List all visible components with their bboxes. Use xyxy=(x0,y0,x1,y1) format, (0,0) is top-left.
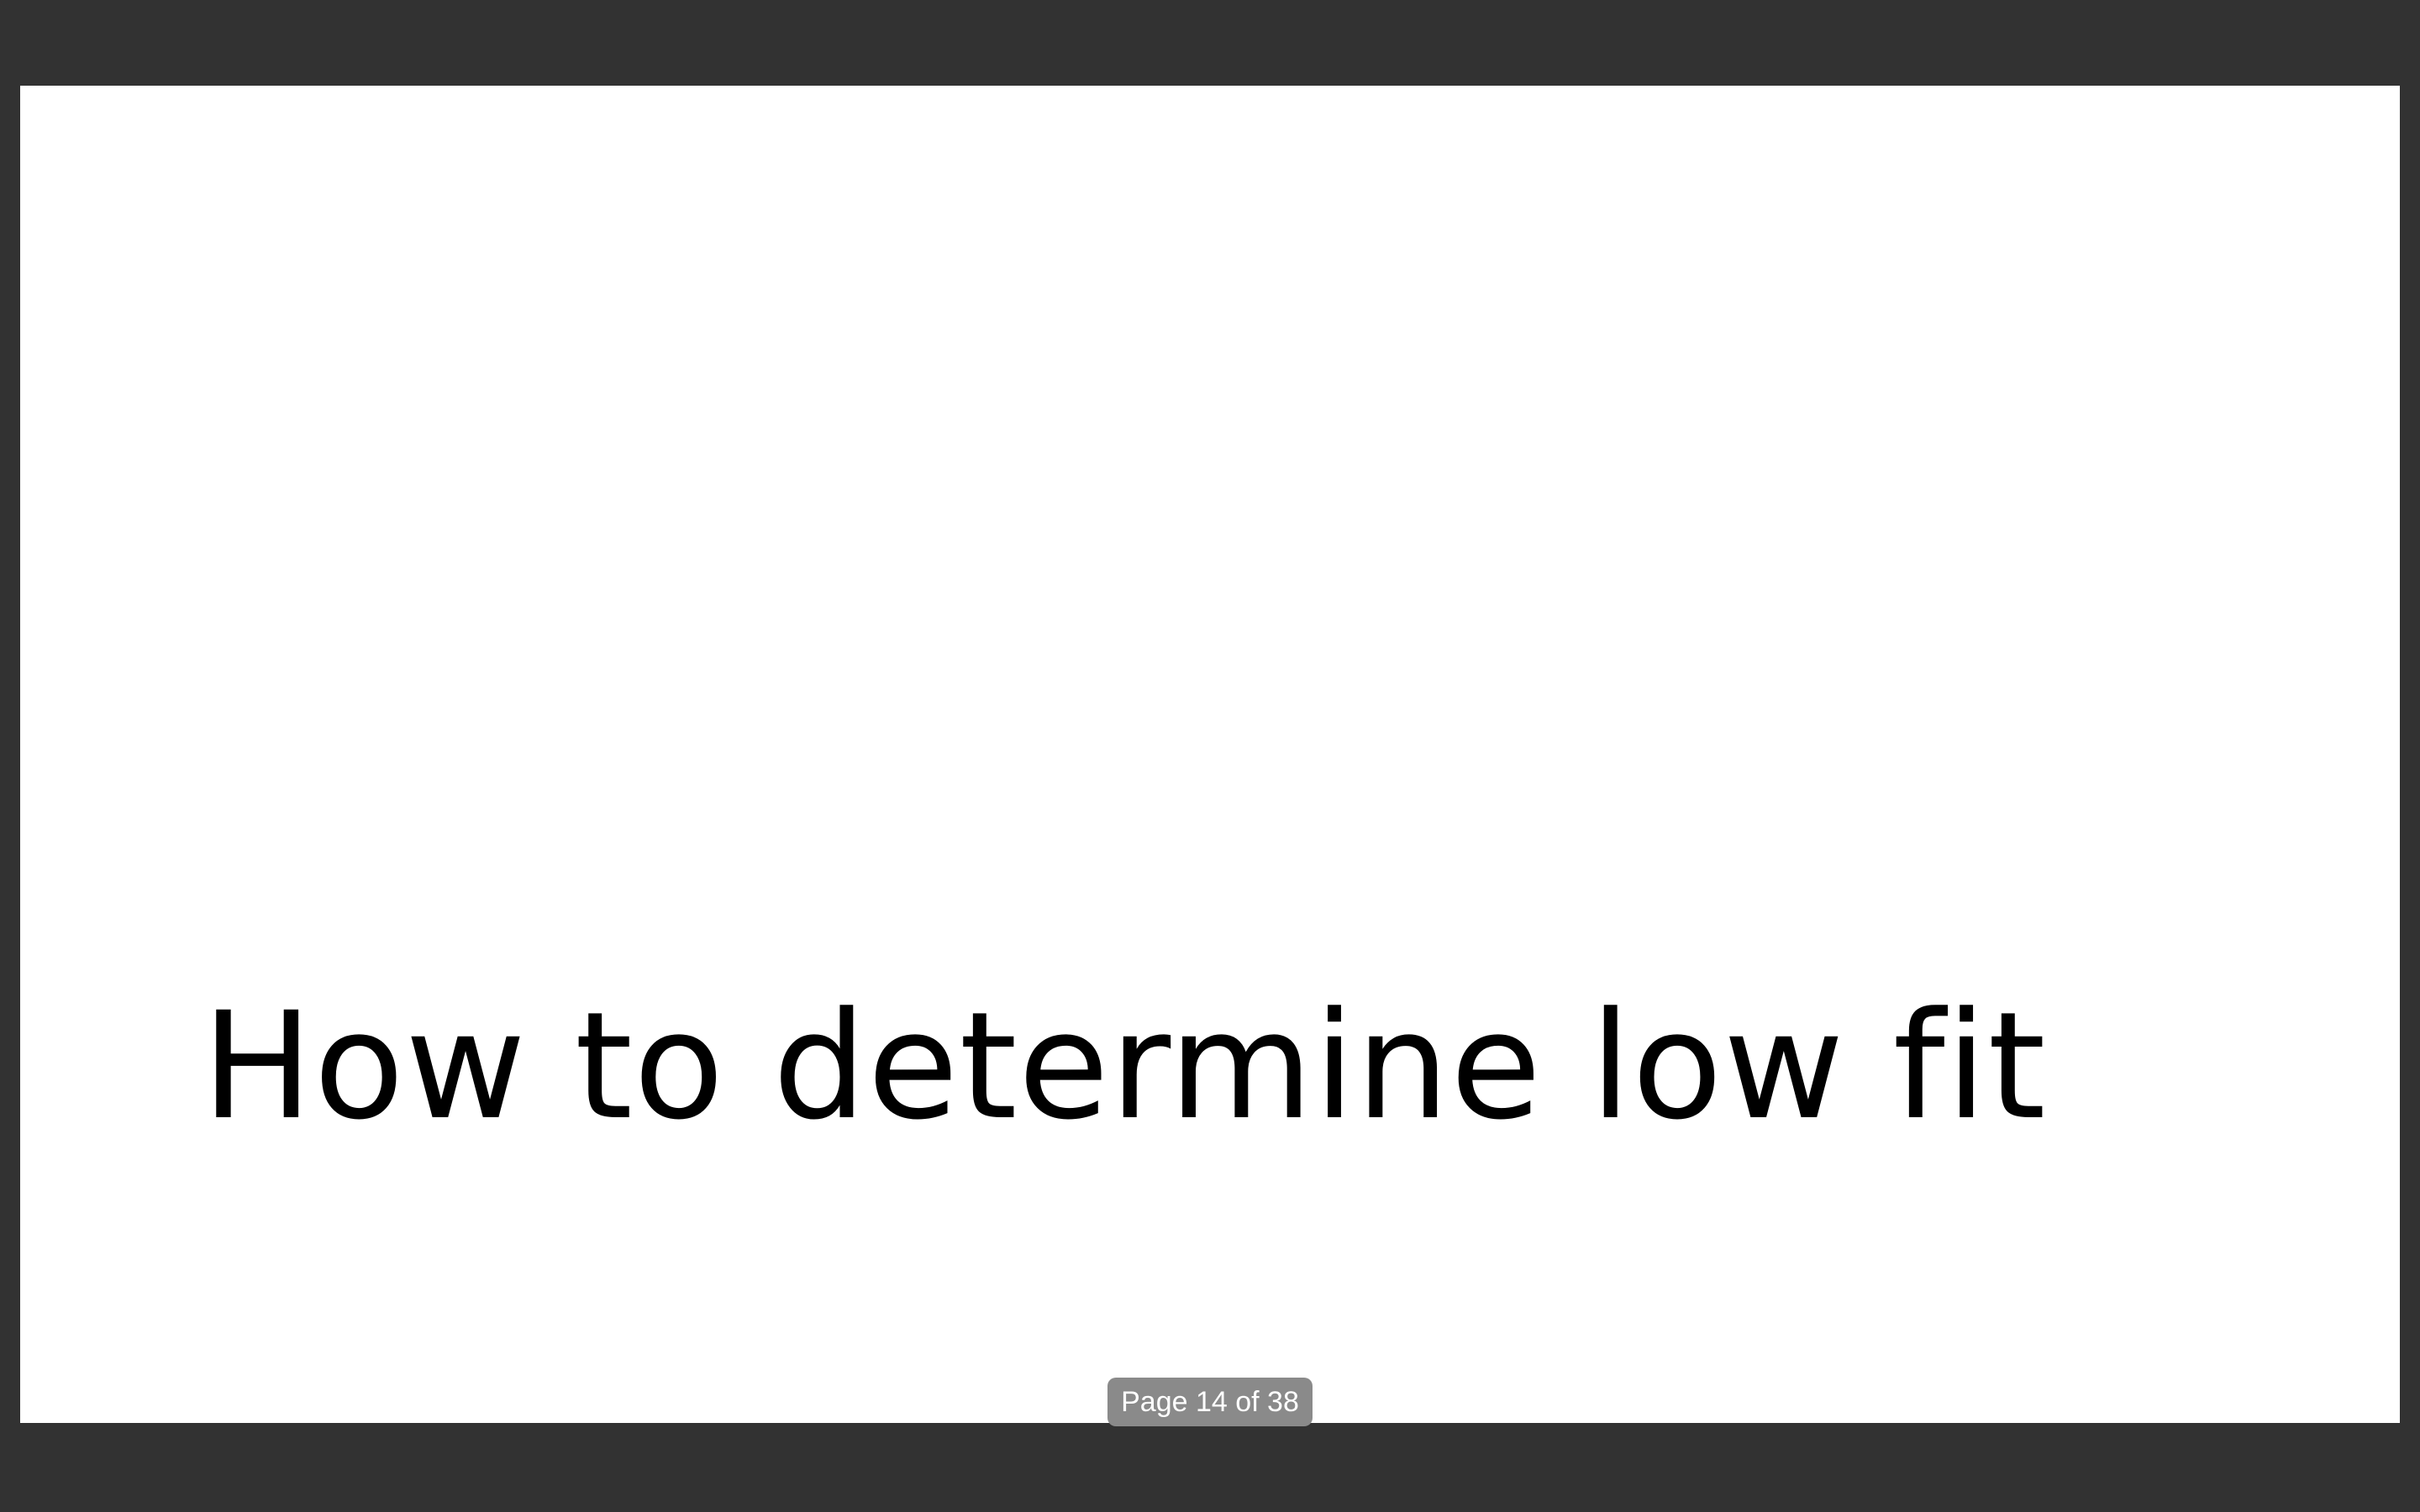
document-viewer[interactable]: How to determine low fit Page 14 of 38 xyxy=(0,0,2420,1512)
page-indicator: Page 14 of 38 xyxy=(1107,1378,1313,1426)
slide-title: How to determine low fit xyxy=(202,980,2047,1152)
slide-page[interactable]: How to determine low fit xyxy=(20,86,2400,1423)
